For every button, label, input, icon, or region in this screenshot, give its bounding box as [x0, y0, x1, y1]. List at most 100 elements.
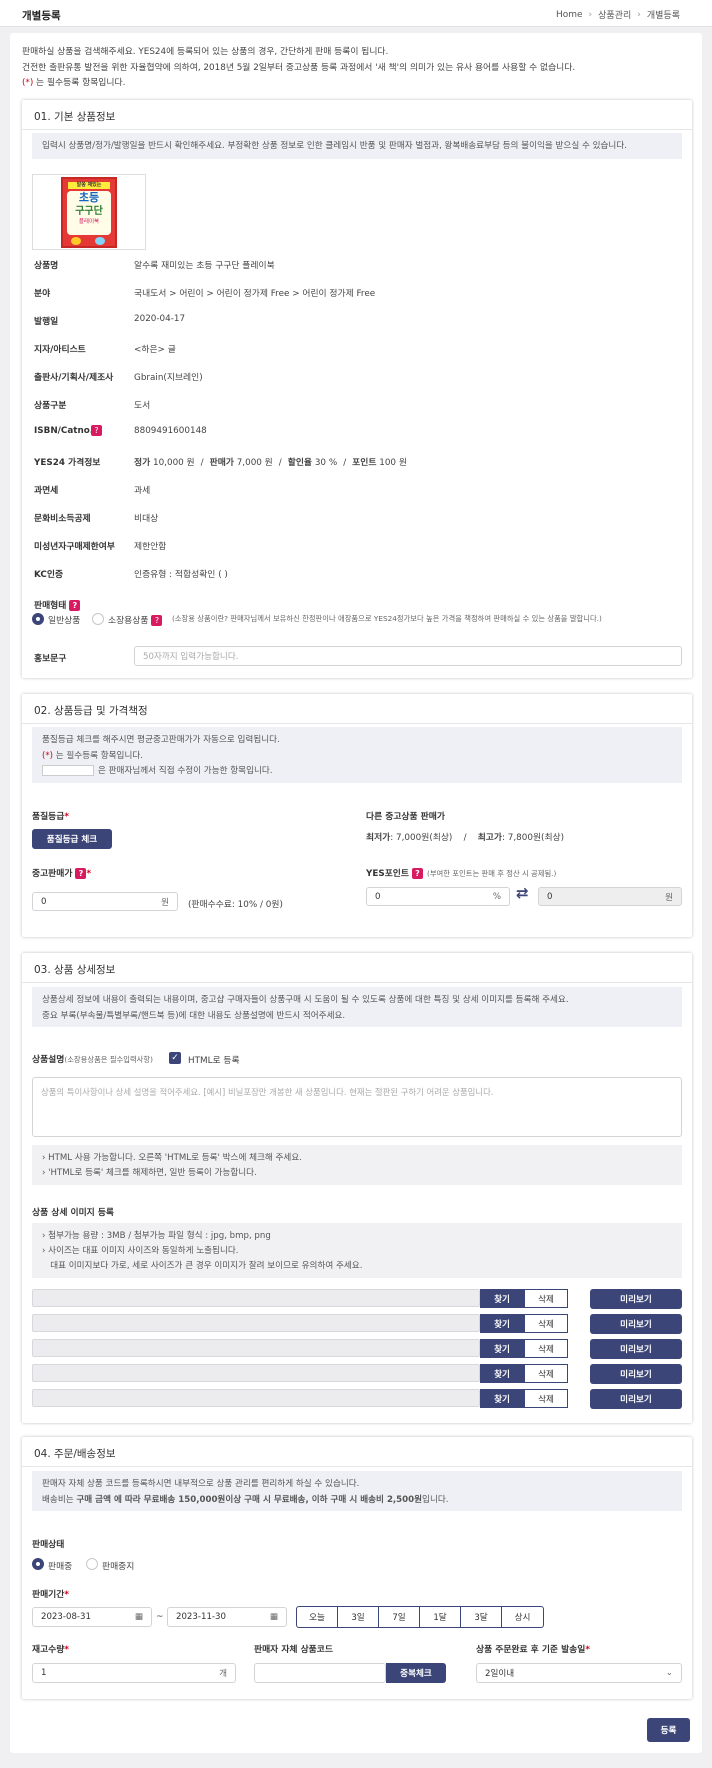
- duplicate-check-button[interactable]: 중복체크: [386, 1663, 446, 1683]
- preview-button[interactable]: 미리보기: [590, 1364, 682, 1384]
- file-path-field: [32, 1389, 480, 1407]
- calendar-icon[interactable]: ▦: [135, 1612, 143, 1622]
- section-title: 04. 주문/배송정보: [34, 1448, 116, 1460]
- field-value: 8809491600148: [134, 426, 207, 436]
- period-7-days[interactable]: 7일: [379, 1607, 420, 1627]
- breadcrumb-home[interactable]: Home: [556, 10, 583, 20]
- file-path-field: [32, 1339, 480, 1357]
- chevron-right-icon: ›: [637, 9, 641, 20]
- delete-file-button[interactable]: 삭제: [524, 1364, 568, 1383]
- file-path-field: [32, 1289, 480, 1307]
- notice-box: 판매자 자체 상품 코드를 등록하시면 내부적으로 상품 관리를 편리하게 하실…: [32, 1471, 682, 1511]
- breadcrumb-product-mgmt[interactable]: 상품관리: [598, 8, 631, 21]
- find-file-button[interactable]: 찾기: [480, 1364, 524, 1383]
- find-file-button[interactable]: 찾기: [480, 1314, 524, 1333]
- section-title: 01. 기본 상품정보: [34, 111, 116, 123]
- delete-file-button[interactable]: 삭제: [524, 1314, 568, 1333]
- preview-button[interactable]: 미리보기: [590, 1339, 682, 1359]
- date-from-input[interactable]: 2023-08-31 ▦: [32, 1607, 152, 1627]
- file-path-field: [32, 1314, 480, 1332]
- notice-box: 입력시 상품명/정가/발행일을 반드시 확인해주세요. 부정확한 상품 정보로 …: [32, 133, 682, 159]
- help-icon[interactable]: ?: [75, 868, 87, 879]
- period-1-month[interactable]: 1달: [420, 1607, 461, 1627]
- period-quick-select: 오늘 3일 7일 1달 3달 상시: [296, 1606, 544, 1628]
- delete-file-button[interactable]: 삭제: [524, 1339, 568, 1358]
- delete-file-button[interactable]: 삭제: [524, 1389, 568, 1408]
- field-label: 문화비소득공제: [34, 514, 91, 524]
- promo-label: 홍보문구: [34, 654, 67, 664]
- help-icon[interactable]: ?: [91, 425, 102, 436]
- period-3-months[interactable]: 3달: [461, 1607, 502, 1627]
- help-icon[interactable]: ?: [412, 868, 423, 879]
- section-title: 02. 상품등급 및 가격책정: [34, 705, 148, 717]
- field-value: 제한안함: [134, 542, 167, 552]
- yes-point-percent-input[interactable]: 0%: [366, 887, 510, 906]
- preview-button[interactable]: 미리보기: [590, 1389, 682, 1409]
- breadcrumb-current: 개별등록: [646, 11, 680, 21]
- help-icon[interactable]: ?: [151, 615, 163, 626]
- yes-point-amount-input: 0원: [538, 887, 682, 906]
- chevron-right-icon: ›: [588, 9, 593, 20]
- date-to-input[interactable]: 2023-11-30 ▦: [167, 1607, 287, 1627]
- field-value: 정가 10,000 원 / 판매가 7,000 원 / 할인율 30 % / 포인트 100…: [134, 458, 407, 468]
- period-today[interactable]: 오늘: [297, 1607, 338, 1627]
- book-cover: 알쏭 재밌는 초등 구구단 플레이북: [61, 177, 117, 248]
- calendar-icon[interactable]: ▦: [270, 1612, 278, 1622]
- field-value: <하은> 글: [134, 345, 176, 355]
- submit-button[interactable]: 등록: [647, 1718, 690, 1742]
- period-3-days[interactable]: 3일: [338, 1607, 379, 1627]
- radio-sale-stopped[interactable]: [86, 1558, 98, 1570]
- radio-on-sale[interactable]: [32, 1558, 44, 1570]
- description-textarea[interactable]: 상품의 특이사항이나 상세 설명을 적어주세요. [예시] 비닐포장만 개봉한 …: [32, 1077, 682, 1137]
- page-title: 개별등록: [22, 10, 61, 22]
- seller-code-input[interactable]: [254, 1663, 386, 1683]
- notice-box: 품질등급 체크를 해주시면 평균중고판매가가 자동으로 입력됩니다. (*) 는…: [32, 727, 682, 783]
- period-always[interactable]: 상시: [502, 1607, 543, 1627]
- field-value: 알수록 재미있는 초등 구구단 플레이북: [134, 261, 275, 271]
- delete-file-button[interactable]: 삭제: [524, 1289, 568, 1308]
- field-value: 국내도서 > 어린이 > 어린이 정가제 Free > 어린이 정가제 Free: [134, 289, 376, 299]
- field-value: 도서: [134, 401, 151, 411]
- preview-button[interactable]: 미리보기: [590, 1314, 682, 1334]
- section-title: 03. 상품 상세정보: [34, 964, 116, 976]
- radio-general[interactable]: [32, 613, 44, 625]
- radio-collectible[interactable]: [92, 613, 104, 625]
- section-detail: 03. 상품 상세정보 상품상세 정보에 내용이 출력되는 내용이며, 중고샵 …: [22, 953, 692, 1423]
- section-basic-info: 01. 기본 상품정보 입력시 상품명/정가/발행일을 반드시 확인해주세요. …: [22, 100, 692, 678]
- stock-quantity-input[interactable]: 1개: [32, 1663, 236, 1683]
- shipping-days-select[interactable]: 2일이내 ⌄: [476, 1663, 682, 1683]
- field-label: 발행일: [34, 317, 59, 327]
- field-value: 과세: [134, 486, 151, 496]
- help-icon[interactable]: ?: [69, 600, 81, 611]
- swap-icon[interactable]: ⇄: [516, 884, 529, 902]
- field-label: 과면세: [34, 486, 59, 496]
- promo-input[interactable]: 50자까지 입력가능합니다.: [134, 646, 682, 666]
- field-value: 2020-04-17: [134, 314, 186, 324]
- html-checkbox[interactable]: ✓: [169, 1052, 181, 1064]
- field-label: YES24 가격정보: [34, 458, 101, 468]
- field-label: 상품구분: [34, 401, 67, 411]
- other-price-range: 최저가: 7,000원(최상) / 최고가: 7,800원(최상): [366, 833, 565, 843]
- product-image: 알쏭 재밌는 초등 구구단 플레이북: [32, 174, 146, 250]
- breadcrumb: Home › 상품관리 › 개별등록: [556, 8, 680, 22]
- intro-text: 판매하실 상품을 검색해주세요. YES24에 등록되어 있는 상품의 경우, …: [22, 47, 576, 88]
- grade-check-button[interactable]: 품질등급 체크: [32, 829, 112, 849]
- field-label: 상품명: [34, 261, 59, 271]
- notice-box: 상품상세 정보에 내용이 출력되는 내용이며, 중고샵 구매자들이 상품구매 시…: [32, 987, 682, 1027]
- top-header: 개별등록 Home › 상품관리 › 개별등록: [0, 0, 712, 27]
- section-grade-price: 02. 상품등급 및 가격책정 품질등급 체크를 해주시면 평균중고판매가가 자…: [22, 694, 692, 937]
- field-label: 분야: [34, 289, 51, 299]
- section-order-shipping: 04. 주문/배송정보 판매자 자체 상품 코드를 등록하시면 내부적으로 상품…: [22, 1437, 692, 1699]
- file-path-field: [32, 1364, 480, 1382]
- find-file-button[interactable]: 찾기: [480, 1389, 524, 1408]
- used-price-input[interactable]: 0원: [32, 892, 178, 911]
- field-label: 지자/아티스트: [34, 345, 86, 355]
- find-file-button[interactable]: 찾기: [480, 1339, 524, 1358]
- field-label: 미성년자구매제한여부: [34, 542, 115, 552]
- field-value: 비대상: [134, 514, 159, 524]
- field-label: ISBN/Catno.: [34, 426, 94, 436]
- field-value: Gbrain(지브레인): [134, 373, 203, 383]
- preview-button[interactable]: 미리보기: [590, 1289, 682, 1309]
- sale-type-label: 판매형태?: [34, 598, 81, 611]
- find-file-button[interactable]: 찾기: [480, 1289, 524, 1308]
